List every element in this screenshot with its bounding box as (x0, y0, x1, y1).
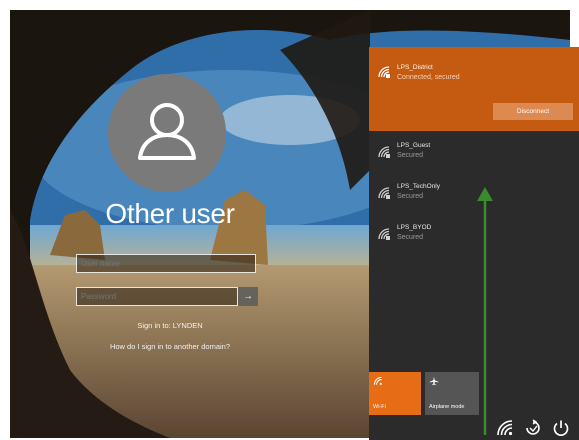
airplane-icon (429, 376, 439, 386)
network-status: Secured (397, 152, 424, 159)
disconnect-button[interactable]: Disconnect (493, 103, 573, 120)
network-item-connected[interactable]: LPS_District Connected, secured Disconne… (369, 47, 579, 131)
network-status: Secured (397, 234, 424, 241)
power-icon[interactable] (552, 419, 570, 437)
network-item[interactable]: LPS_Guest Secured (369, 137, 579, 173)
wifi-secured-icon (378, 228, 390, 240)
network-ssid: LPS_Guest (397, 142, 431, 149)
wifi-toggle-tile[interactable]: Wi-Fi (369, 372, 421, 415)
wifi-icon (373, 376, 382, 385)
lock-screen-tray (494, 418, 579, 440)
arrow-right-icon: → (243, 291, 253, 302)
username-input[interactable] (76, 254, 256, 273)
airplane-tile-label: Airplane mode (429, 404, 465, 410)
network-ssid: LPS_TechOnly (397, 183, 440, 190)
user-avatar (108, 74, 226, 192)
network-status: Connected, secured (397, 74, 460, 81)
network-ssid: LPS_District (397, 64, 433, 71)
network-status: Secured (397, 193, 424, 200)
lock-screen: Other user → Sign in to: LYNDEN How do I… (0, 0, 579, 440)
account-name: Other user (105, 198, 235, 229)
wifi-secured-icon (378, 146, 390, 158)
submit-button[interactable]: → (238, 287, 258, 306)
wifi-tile-label: Wi-Fi (373, 404, 386, 410)
wifi-icon[interactable] (496, 419, 514, 437)
password-input[interactable] (76, 287, 238, 306)
domain-help-link[interactable]: How do I sign in to another domain? (70, 342, 270, 351)
wifi-secured-icon (378, 187, 390, 199)
ease-of-access-icon[interactable] (524, 419, 542, 437)
annotation-arrow-icon (477, 187, 493, 435)
network-ssid: LPS_BYOD (397, 224, 432, 231)
sign-in-domain-text: Sign in to: LYNDEN (137, 321, 203, 330)
user-icon (138, 103, 196, 160)
wifi-secured-icon (378, 66, 390, 78)
